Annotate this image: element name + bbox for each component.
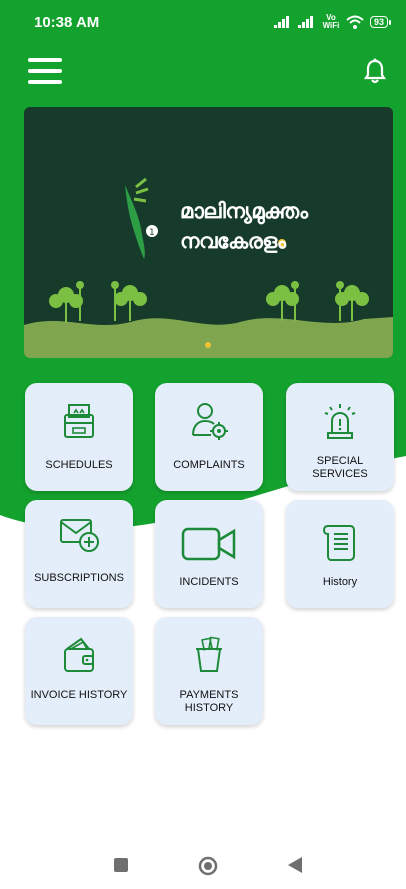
carousel-indicator-dot[interactable]: [205, 342, 211, 348]
tile-invoice-history[interactable]: INVOICE HISTORY: [25, 617, 133, 725]
tile-complaints[interactable]: COMPLAINTS: [155, 383, 263, 491]
wallet-icon: [64, 637, 94, 672]
svg-text:1: 1: [149, 228, 155, 238]
recents-button[interactable]: [114, 858, 128, 877]
circle-icon: [198, 856, 218, 876]
video-camera-icon: [181, 527, 236, 561]
battery-indicator: 93: [369, 16, 392, 28]
calendar-bin-icon: [64, 404, 94, 438]
tile-label: History: [322, 576, 358, 588]
signal-icon: [273, 16, 289, 28]
bell-icon: [363, 58, 387, 84]
cash-bucket-icon: [196, 636, 222, 672]
tile-label: COMPLAINTS: [173, 459, 245, 471]
alarm-siren-icon: [324, 404, 356, 439]
banner-title-line2: നവകേരളം: [180, 229, 286, 253]
banner-title-line1: മാലിന്യമുക്തം: [180, 199, 308, 223]
tile-label: SUBSCRIPTIONS: [34, 572, 124, 584]
tile-label: INVOICE HISTORY: [30, 689, 128, 701]
tile-label: INCIDENTS: [179, 576, 239, 588]
mail-add-icon: [60, 519, 99, 552]
notifications-button[interactable]: [363, 58, 388, 86]
signal-icon: [297, 16, 313, 28]
banner-carousel[interactable]: 1 മാലിന്യമുക്തം നവകേരളം: [24, 107, 393, 358]
triangle-back-icon: [288, 857, 302, 873]
user-gear-icon: [192, 403, 228, 440]
vowifi-label: Vo WiFi: [322, 13, 340, 30]
status-bar: 10:38 AM Vo WiFi 93: [0, 0, 406, 44]
square-icon: [114, 858, 128, 872]
tile-incidents[interactable]: INCIDENTS: [155, 500, 263, 608]
tile-label: PAYMENTS HISTORY: [179, 689, 239, 714]
tile-label: SCHEDULES: [45, 459, 113, 471]
hamburger-icon: [28, 58, 62, 62]
app-bar: [0, 50, 406, 94]
tile-payments-history[interactable]: PAYMENTS HISTORY: [155, 617, 263, 725]
tile-history[interactable]: History: [286, 500, 394, 608]
home-button[interactable]: [198, 856, 218, 881]
system-navigation-bar: [0, 840, 406, 889]
back-button[interactable]: [288, 857, 302, 878]
wifi-icon: [346, 15, 364, 29]
status-time: 10:38 AM: [34, 13, 100, 31]
tile-schedules[interactable]: SCHEDULES: [25, 383, 133, 491]
tile-subscriptions[interactable]: SUBSCRIPTIONS: [25, 500, 133, 608]
tile-special-services[interactable]: SPECIAL SERVICES: [286, 383, 394, 491]
scroll-icon: [322, 525, 355, 561]
tile-label: SPECIAL SERVICES: [312, 455, 368, 480]
menu-button[interactable]: [28, 58, 64, 86]
